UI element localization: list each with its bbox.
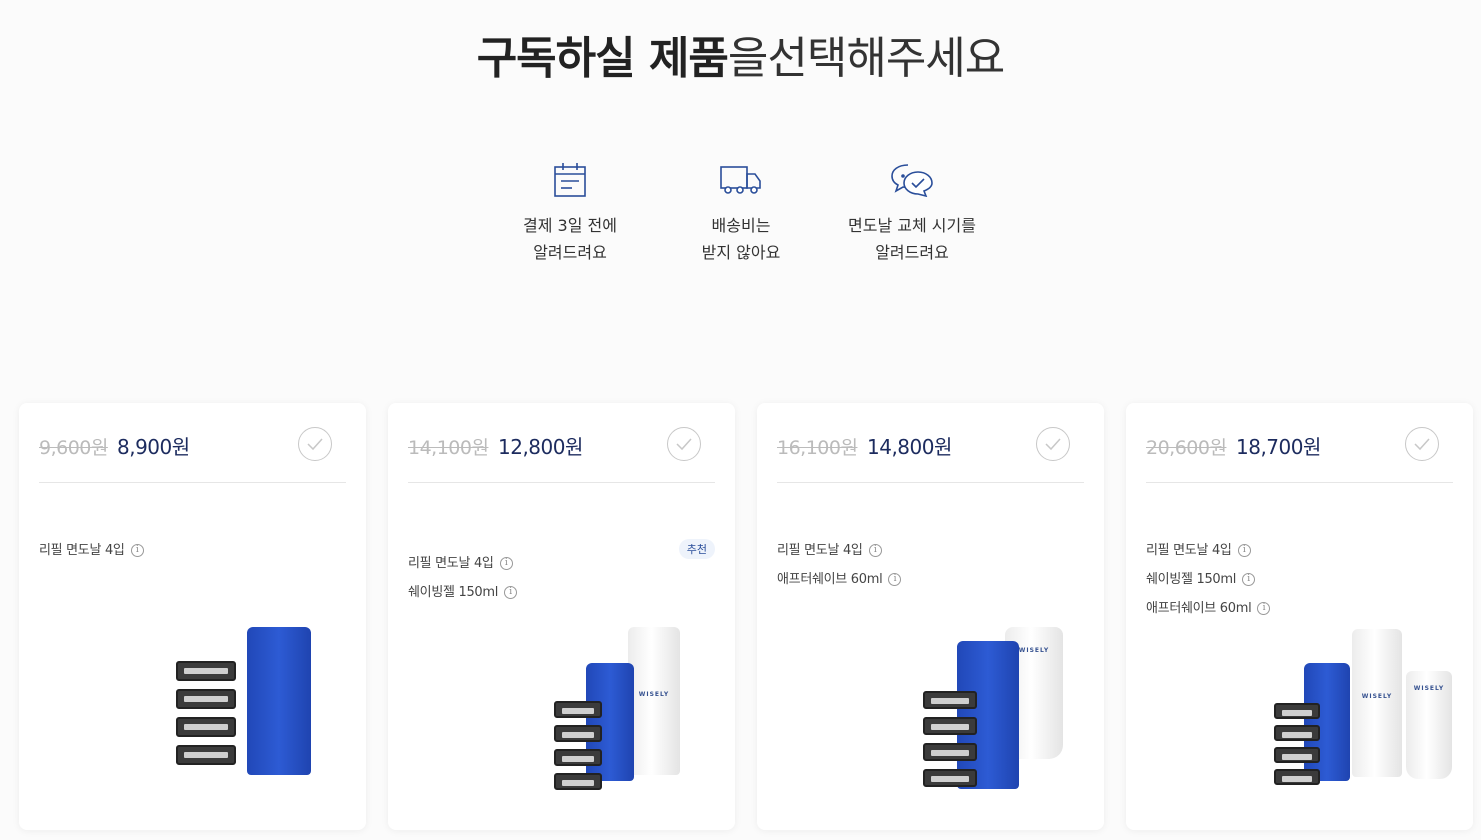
product-image: WISELY xyxy=(917,625,1077,795)
item-label: 애프터쉐이브 60ml xyxy=(1146,601,1252,616)
price-row: 16,100원 14,800원 xyxy=(777,427,1084,483)
product-image: WISELY xyxy=(548,625,688,795)
info-icon[interactable]: i xyxy=(504,586,518,599)
benefit-free-shipping: 배송비는 받지 않아요 xyxy=(651,160,831,266)
benefit-line1: 결제 3일 전에 xyxy=(523,216,617,235)
list-item: 리필 면도날 4입 i xyxy=(408,549,517,578)
original-price: 9,600원 xyxy=(39,437,108,459)
recommend-badge: 추천 xyxy=(678,539,715,559)
product-card-1[interactable]: 9,600원 8,900원 리필 면도날 4입 i xyxy=(19,403,366,830)
item-label: 리필 면도날 4입 xyxy=(777,543,863,558)
info-icon[interactable]: i xyxy=(1242,573,1256,586)
original-price: 14,100원 xyxy=(408,437,489,459)
list-item: 애프터쉐이브 60ml i xyxy=(777,565,902,594)
list-item: 리필 면도날 4입 i xyxy=(39,536,144,565)
item-label: 애프터쉐이브 60ml xyxy=(777,572,883,587)
price-row: 9,600원 8,900원 xyxy=(39,427,346,483)
item-list: 리필 면도날 4입 i 쉐이빙젤 150ml i xyxy=(408,549,518,607)
list-item: 리필 면도날 4입 i xyxy=(777,536,901,565)
benefit-line1: 배송비는 xyxy=(711,216,771,235)
benefit-replace-notice: 면도날 교체 시기를 알려드려요 xyxy=(822,160,1002,266)
sale-price: 12,800원 xyxy=(498,435,583,459)
list-item: 리필 면도날 4입 i xyxy=(1146,536,1270,565)
list-item: 쉐이빙젤 150ml i xyxy=(1146,565,1270,594)
price-row: 14,100원 12,800원 xyxy=(408,427,715,483)
chat-check-icon xyxy=(822,160,1002,200)
calendar-icon xyxy=(480,160,660,200)
product-brand: WISELY xyxy=(1361,693,1393,700)
benefit-line2: 알려드려요 xyxy=(875,243,949,262)
product-card-2[interactable]: 14,100원 12,800원 추천 리필 면도날 4입 i 쉐이빙젤 150ml… xyxy=(388,403,735,830)
info-icon[interactable]: i xyxy=(1257,602,1271,615)
info-icon[interactable]: i xyxy=(130,544,144,557)
item-list: 리필 면도날 4입 i xyxy=(39,536,144,565)
select-check-button[interactable] xyxy=(298,427,332,461)
product-card-3[interactable]: 16,100원 14,800원 리필 면도날 4입 i 애프터쉐이브 60ml i … xyxy=(757,403,1104,830)
sale-price: 14,800원 xyxy=(867,435,952,459)
benefit-line2: 받지 않아요 xyxy=(701,243,781,262)
sale-price: 8,900원 xyxy=(117,435,190,459)
product-brand: WISELY xyxy=(638,691,670,698)
item-label: 쉐이빙젤 150ml xyxy=(408,585,499,600)
benefit-payment-notice: 결제 3일 전에 알려드려요 xyxy=(480,160,660,266)
item-label: 리필 면도날 4입 xyxy=(39,543,125,558)
product-image xyxy=(169,623,329,783)
page-title: 구독하실 제품을선택해주세요 xyxy=(0,22,1481,86)
original-price: 16,100원 xyxy=(777,437,858,459)
product-card-4[interactable]: 20,600원 18,700원 리필 면도날 4입 i 쉐이빙젤 150ml i 애… xyxy=(1126,403,1473,830)
info-icon[interactable]: i xyxy=(1237,544,1251,557)
item-list: 리필 면도날 4입 i 애프터쉐이브 60ml i xyxy=(777,536,902,594)
info-icon[interactable]: i xyxy=(868,544,882,557)
product-image: WISELY WISELY xyxy=(1272,627,1462,797)
item-label: 쉐이빙젤 150ml xyxy=(1146,572,1237,587)
product-brand: WISELY xyxy=(1413,685,1445,692)
benefit-line2: 알려드려요 xyxy=(533,243,607,262)
truck-icon xyxy=(651,160,831,200)
select-check-button[interactable] xyxy=(667,427,701,461)
price-row: 20,600원 18,700원 xyxy=(1146,427,1453,483)
list-item: 쉐이빙젤 150ml i xyxy=(408,578,518,607)
select-check-button[interactable] xyxy=(1405,427,1439,461)
page-title-bold: 구독하실 제품 xyxy=(476,33,729,84)
info-icon[interactable]: i xyxy=(499,557,513,570)
page-title-light: 을선택해주세요 xyxy=(727,33,1005,84)
list-item: 애프터쉐이브 60ml i xyxy=(1146,594,1271,623)
item-label: 리필 면도날 4입 xyxy=(1146,543,1232,558)
item-label: 리필 면도날 4입 xyxy=(408,556,494,571)
select-check-button[interactable] xyxy=(1036,427,1070,461)
original-price: 20,600원 xyxy=(1146,437,1227,459)
benefit-line1: 면도날 교체 시기를 xyxy=(848,216,976,235)
sale-price: 18,700원 xyxy=(1236,435,1321,459)
item-list: 리필 면도날 4입 i 쉐이빙젤 150ml i 애프터쉐이브 60ml i xyxy=(1146,536,1271,623)
info-icon[interactable]: i xyxy=(888,573,902,586)
